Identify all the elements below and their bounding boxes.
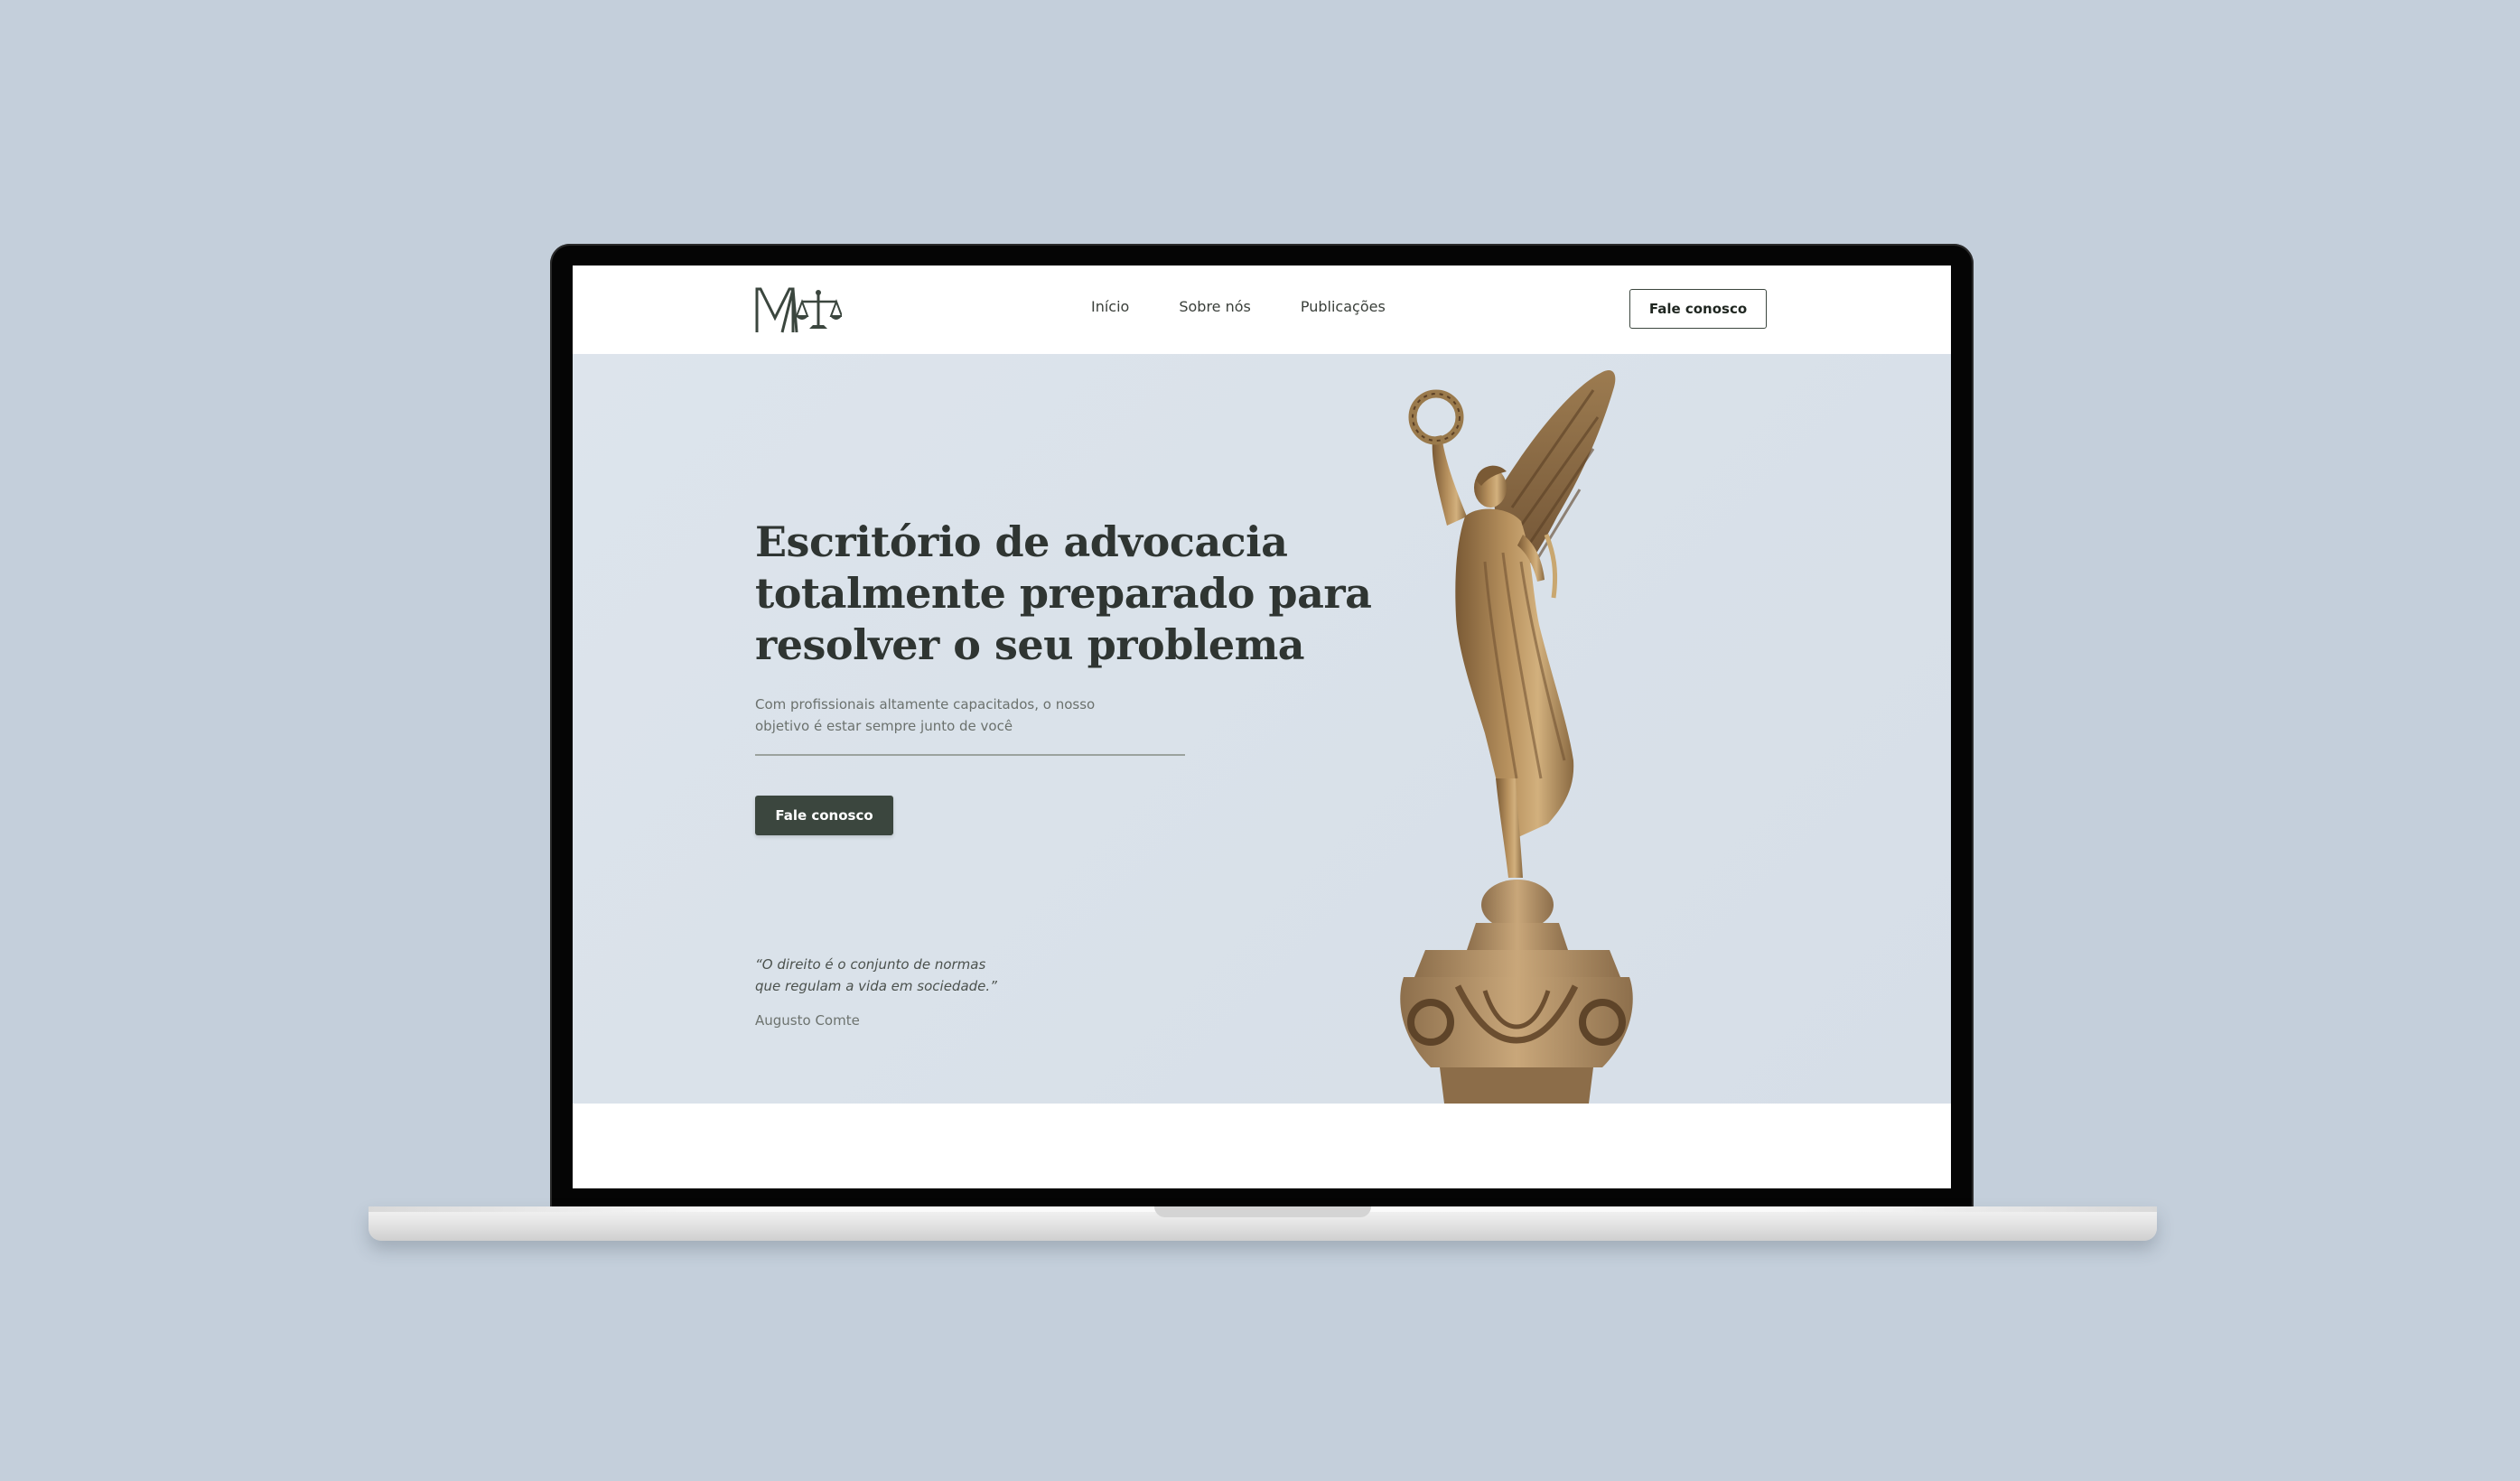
laptop-screen: Início Sobre nós Publicações Fale conosc… bbox=[573, 265, 1951, 1188]
nav-item-sobre-nos[interactable]: Sobre nós bbox=[1179, 298, 1251, 315]
hero-divider bbox=[755, 754, 1185, 756]
hero-title-line: totalmente preparado para bbox=[755, 569, 1372, 618]
main-nav: Início Sobre nós Publicações bbox=[1091, 298, 1386, 315]
hero-title-line: Escritório de advocacia bbox=[755, 517, 1288, 566]
winged-victory-statue-icon bbox=[1400, 370, 1633, 1104]
hero-title: Escritório de advocacia totalmente prepa… bbox=[755, 517, 1387, 671]
laptop-base-notch bbox=[1154, 1206, 1371, 1217]
quote-author: Augusto Comte bbox=[755, 1012, 860, 1029]
site-header: Início Sobre nós Publicações Fale conosc… bbox=[573, 265, 1951, 354]
nav-item-publicacoes[interactable]: Publicações bbox=[1301, 298, 1386, 315]
laptop-base bbox=[369, 1206, 2157, 1241]
ma-scales-logo-icon[interactable] bbox=[755, 287, 842, 334]
hero-section: Escritório de advocacia totalmente prepa… bbox=[573, 354, 1951, 1104]
hero-title-line: resolver o seu problema bbox=[755, 620, 1305, 669]
nav-item-inicio[interactable]: Início bbox=[1091, 298, 1129, 315]
hero-subtitle: Com profissionais altamente capacitados,… bbox=[755, 694, 1116, 737]
quote-line: “O direito é o conjunto de normas bbox=[755, 956, 986, 973]
hero-contact-button[interactable]: Fale conosco bbox=[755, 796, 893, 835]
page-bottom-area bbox=[573, 1104, 1951, 1188]
hero-subtitle-line: objetivo é estar sempre junto de você bbox=[755, 718, 1013, 734]
header-contact-button[interactable]: Fale conosco bbox=[1629, 289, 1767, 329]
desktop-background: Início Sobre nós Publicações Fale conosc… bbox=[0, 0, 2520, 1481]
hero-subtitle-line: Com profissionais altamente capacitados,… bbox=[755, 696, 1096, 713]
quote-text: “O direito é o conjunto de normas que re… bbox=[755, 954, 1080, 997]
quote-line: que regulam a vida em sociedade.” bbox=[755, 978, 997, 994]
